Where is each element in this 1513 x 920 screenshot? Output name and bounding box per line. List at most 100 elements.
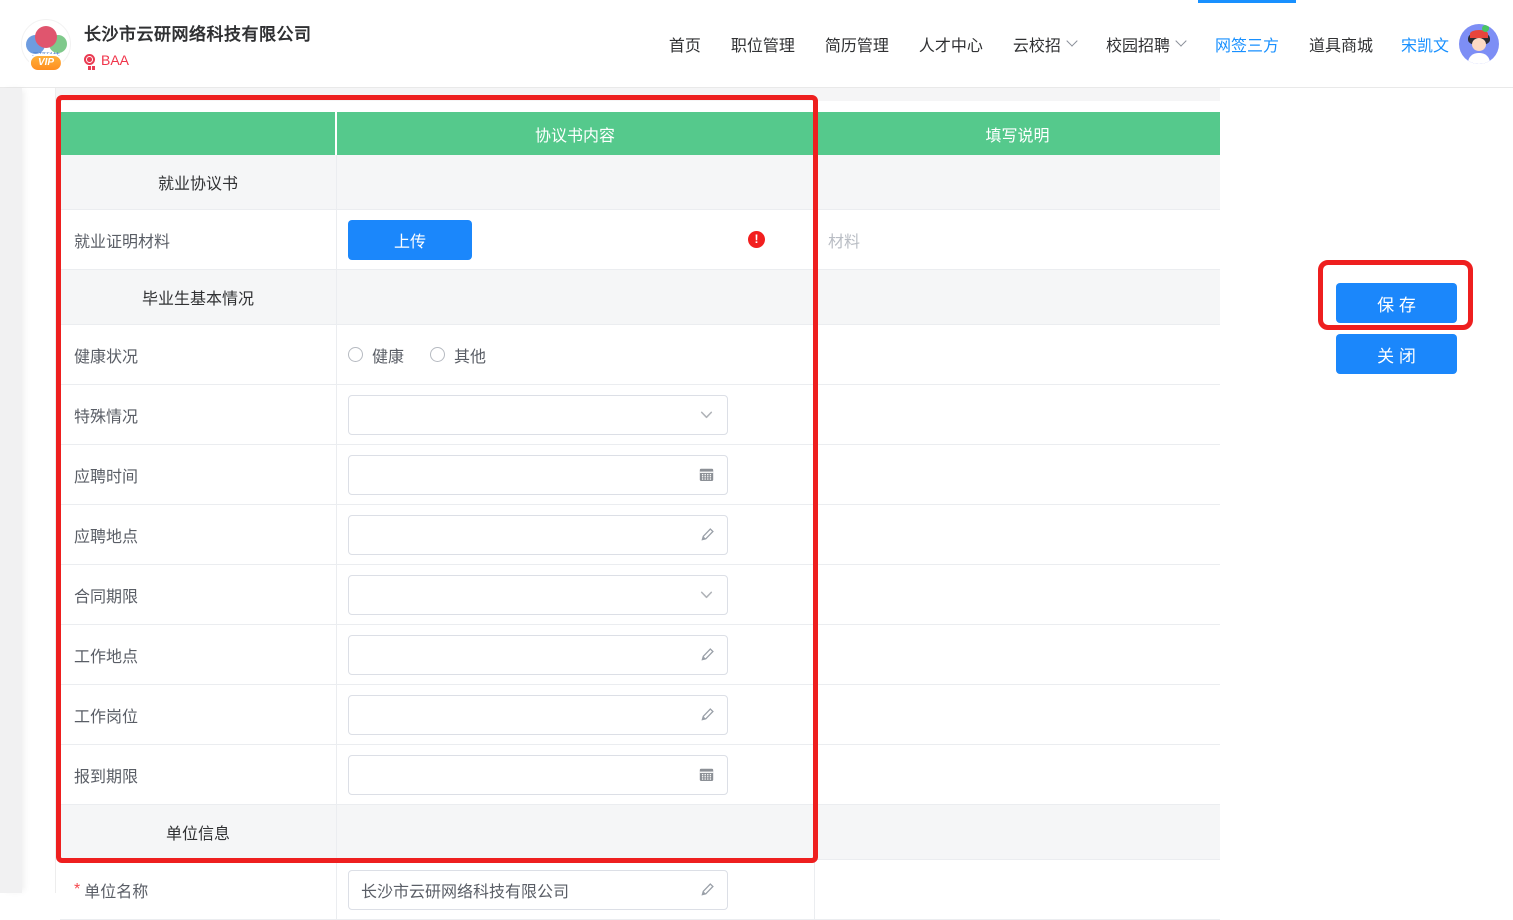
row-control-cell — [337, 155, 815, 209]
section-title: 毕业生基本情况 — [142, 285, 254, 309]
calendar-icon — [698, 766, 715, 783]
row-label-cell: 报到期限 — [60, 745, 337, 804]
table-header-empty — [60, 112, 337, 155]
nav-item-3[interactable]: 人才中心 — [919, 0, 983, 88]
row-instruction-cell — [815, 270, 1220, 324]
main-nav: 首页职位管理 简历管理 人才中心 云校招校园招聘 网签三方 道具商城 — [669, 0, 1373, 88]
row-label-cell: 单位信息 — [60, 805, 337, 859]
company-name: 长沙市云研网络科技有限公司 — [84, 20, 312, 45]
row-instruction-cell: 材料 — [815, 210, 1220, 269]
row-instruction-cell — [815, 445, 1220, 504]
row-instruction-cell — [815, 745, 1220, 804]
avatar-body — [1468, 53, 1490, 64]
user-menu[interactable]: 宋凯文 — [1401, 24, 1499, 64]
medal-icon — [84, 54, 95, 65]
row-control-cell — [337, 270, 815, 324]
text-input[interactable] — [348, 695, 728, 735]
user-avatar[interactable] — [1459, 24, 1499, 64]
nav-item-7[interactable]: 道具商城 — [1309, 0, 1373, 88]
row-control-cell — [337, 385, 815, 444]
cutoff-row-above — [56, 88, 1220, 101]
row-control-cell — [337, 745, 815, 804]
row-control-cell — [337, 625, 815, 684]
nav-item-label: 人才中心 — [919, 32, 983, 56]
nav-item-5[interactable]: 校园招聘 — [1106, 0, 1185, 88]
nav-item-1[interactable]: 职位管理 — [731, 0, 795, 88]
left-edge-strip — [0, 88, 22, 893]
chevron-down-icon — [698, 406, 715, 423]
row-control-cell — [337, 565, 815, 624]
close-button[interactable]: 关 闭 — [1336, 334, 1457, 374]
select-field[interactable] — [348, 575, 728, 615]
section-title: 就业协议书 — [158, 170, 238, 194]
row-label-cell: 就业协议书 — [60, 155, 337, 209]
table-row: *单位名称长沙市云研网络科技有限公司 — [60, 860, 1220, 920]
row-label-cell: 合同期限 — [60, 565, 337, 624]
table-row: 特殊情况 — [60, 385, 1220, 445]
card-left-border — [55, 88, 56, 893]
row-instruction-cell — [815, 155, 1220, 209]
radio-button[interactable] — [348, 347, 363, 362]
row-instruction-cell — [815, 685, 1220, 744]
upload-button[interactable]: 上传 — [348, 220, 472, 260]
company-badge: BAA — [101, 52, 129, 68]
page-content: 协议书内容 填写说明 就业协议书就业证明材料上传! 材料毕业生基本情况健康状况 健康… — [0, 88, 1513, 893]
row-label-cell: 工作地点 — [60, 625, 337, 684]
save-button[interactable]: 保 存 — [1336, 283, 1457, 323]
table-row: 工作岗位 — [60, 685, 1220, 745]
calendar-icon — [698, 466, 715, 483]
nav-item-2[interactable]: 简历管理 — [825, 0, 889, 88]
radio-button[interactable] — [430, 347, 445, 362]
date-input[interactable] — [348, 455, 728, 495]
text-input[interactable] — [348, 515, 728, 555]
company-logo[interactable]: 云研科技 VIP — [21, 19, 71, 69]
row-control-cell — [337, 685, 815, 744]
nav-item-0[interactable]: 首页 — [669, 0, 701, 88]
error-icon: ! — [748, 231, 765, 248]
field-label: 合同期限 — [74, 583, 138, 607]
nav-item-4[interactable]: 云校招 — [1013, 0, 1076, 88]
radio-label: 其他 — [454, 343, 486, 367]
row-label-cell: 就业证明材料 — [60, 210, 337, 269]
row-control-cell — [337, 445, 815, 504]
chevron-down-icon — [698, 586, 715, 603]
text-input[interactable] — [348, 635, 728, 675]
table-row: 单位信息 — [60, 805, 1220, 860]
instruction-placeholder: 材料 — [828, 228, 860, 252]
section-title: 单位信息 — [166, 820, 230, 844]
row-label-cell: 健康状况 — [60, 325, 337, 384]
row-instruction-cell — [815, 565, 1220, 624]
field-label: 工作地点 — [74, 643, 138, 667]
field-label: 工作岗位 — [74, 703, 138, 727]
table-header-row: 协议书内容 填写说明 — [60, 112, 1220, 155]
field-label: 特殊情况 — [74, 403, 138, 427]
row-control-cell — [337, 805, 815, 859]
active-tab-indicator — [1198, 0, 1296, 3]
required-asterisk: * — [74, 881, 80, 899]
table-row: 工作地点 — [60, 625, 1220, 685]
text-input[interactable]: 长沙市云研网络科技有限公司 — [348, 870, 728, 910]
row-label-cell: 应聘时间 — [60, 445, 337, 504]
user-name: 宋凯文 — [1401, 32, 1449, 56]
table-row: 应聘地点 — [60, 505, 1220, 565]
chevron-down-icon — [1066, 35, 1077, 46]
nav-item-6[interactable]: 网签三方 — [1215, 0, 1279, 88]
row-label-cell: 应聘地点 — [60, 505, 337, 564]
row-control-cell: 上传! — [337, 210, 815, 269]
row-label-cell: 工作岗位 — [60, 685, 337, 744]
radio-option[interactable]: 其他 — [430, 343, 486, 367]
table-header-agreement-content: 协议书内容 — [337, 112, 815, 155]
field-label: 健康状况 — [74, 343, 138, 367]
nav-item-label: 网签三方 — [1215, 32, 1279, 56]
date-input[interactable] — [348, 755, 728, 795]
row-instruction-cell — [815, 385, 1220, 444]
nav-item-label: 简历管理 — [825, 32, 889, 56]
select-field[interactable] — [348, 395, 728, 435]
row-label-cell: 毕业生基本情况 — [60, 270, 337, 324]
avatar-face — [1472, 38, 1486, 51]
radio-option[interactable]: 健康 — [348, 343, 404, 367]
edit-icon — [699, 527, 715, 543]
row-instruction-cell — [815, 625, 1220, 684]
edit-icon — [699, 707, 715, 723]
table-header-fill-instructions: 填写说明 — [815, 112, 1220, 155]
